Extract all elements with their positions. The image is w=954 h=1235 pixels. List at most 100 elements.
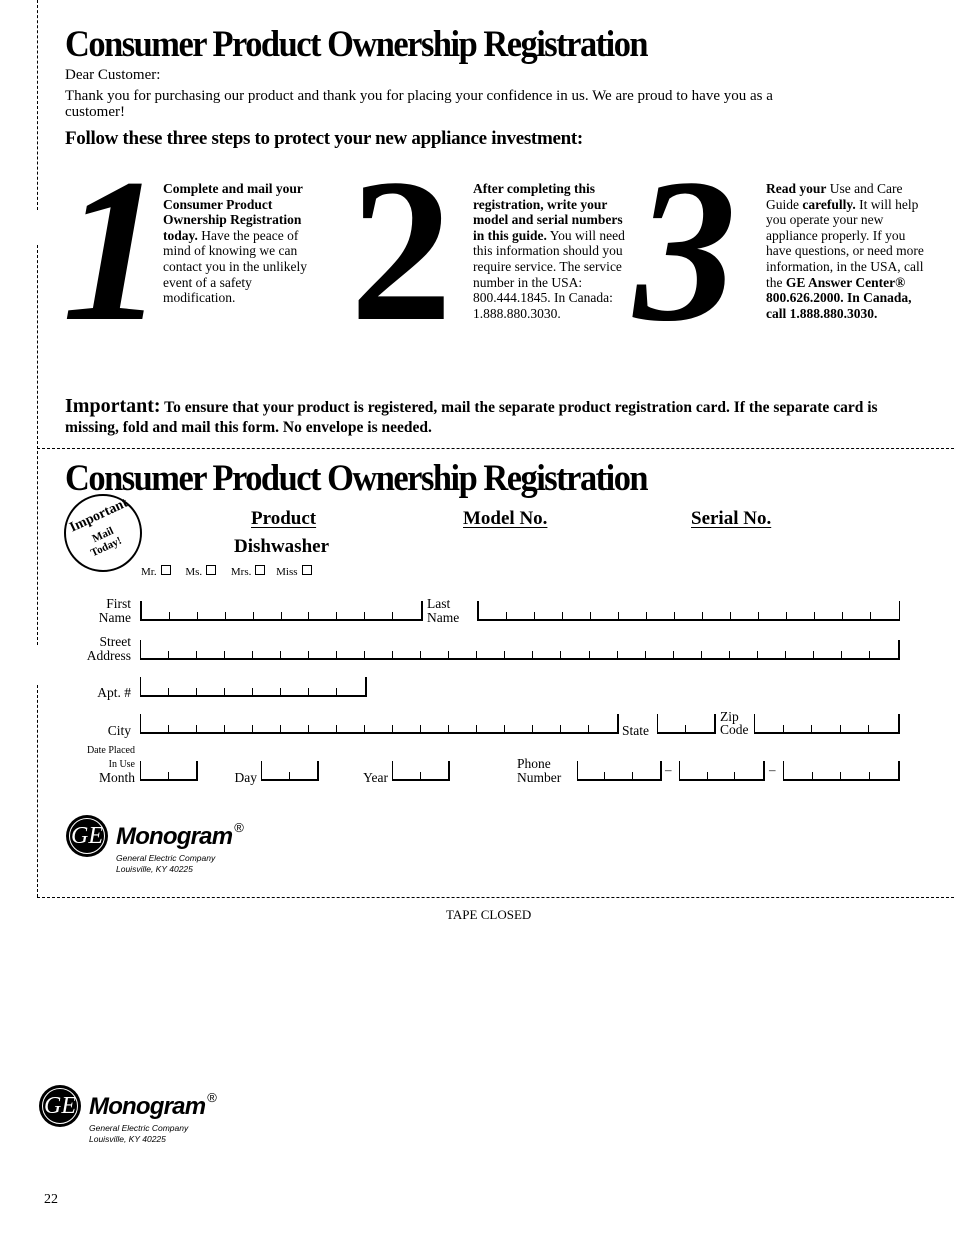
character-cell[interactable] xyxy=(196,677,225,695)
apt-field[interactable] xyxy=(140,677,367,697)
character-cell[interactable] xyxy=(252,640,281,658)
character-cell[interactable] xyxy=(706,761,736,779)
character-cell[interactable] xyxy=(308,677,337,695)
month-field[interactable] xyxy=(140,761,198,781)
character-cell[interactable] xyxy=(702,601,731,619)
character-cell[interactable] xyxy=(168,640,197,658)
character-cell[interactable] xyxy=(448,714,477,732)
character-cell[interactable] xyxy=(588,640,618,658)
character-cell[interactable] xyxy=(392,640,421,658)
character-cell[interactable] xyxy=(196,714,225,732)
character-cell[interactable] xyxy=(700,640,730,658)
character-cell[interactable] xyxy=(308,640,337,658)
character-cell[interactable] xyxy=(588,714,617,732)
salutation-ms[interactable]: Ms. xyxy=(185,565,217,578)
character-cell[interactable] xyxy=(336,601,365,619)
character-cell[interactable] xyxy=(728,640,758,658)
character-cell[interactable] xyxy=(141,714,169,732)
character-cell[interactable] xyxy=(784,640,814,658)
character-cell[interactable] xyxy=(420,714,449,732)
character-cell[interactable] xyxy=(560,714,589,732)
character-cell[interactable] xyxy=(280,677,309,695)
character-cell[interactable] xyxy=(224,640,253,658)
day-field[interactable] xyxy=(261,761,319,781)
character-cell[interactable] xyxy=(644,640,674,658)
phone-line-field[interactable] xyxy=(783,761,900,781)
character-cell[interactable] xyxy=(616,640,646,658)
character-cell[interactable] xyxy=(532,640,561,658)
character-cell[interactable] xyxy=(262,761,290,779)
character-cell[interactable] xyxy=(839,714,870,732)
checkbox-mr[interactable] xyxy=(160,565,171,575)
salutation-mrs[interactable]: Mrs. xyxy=(231,565,266,578)
character-cell[interactable] xyxy=(168,677,197,695)
character-cell[interactable] xyxy=(672,640,702,658)
character-cell[interactable] xyxy=(840,640,870,658)
checkbox-miss[interactable] xyxy=(301,565,312,575)
character-cell[interactable] xyxy=(685,714,714,732)
phone-area-code-field[interactable] xyxy=(577,761,662,781)
character-cell[interactable] xyxy=(168,601,198,619)
character-cell[interactable] xyxy=(364,714,393,732)
character-cell[interactable] xyxy=(590,601,619,619)
character-cell[interactable] xyxy=(786,601,815,619)
state-field[interactable] xyxy=(657,714,716,734)
character-cell[interactable] xyxy=(604,761,632,779)
character-cell[interactable] xyxy=(308,601,337,619)
character-cell[interactable] xyxy=(280,601,310,619)
character-cell[interactable] xyxy=(288,761,318,779)
character-cell[interactable] xyxy=(393,761,421,779)
character-cell[interactable] xyxy=(618,601,647,619)
first-name-field[interactable] xyxy=(140,601,423,621)
character-cell[interactable] xyxy=(224,601,254,619)
character-cell[interactable] xyxy=(448,640,477,658)
character-cell[interactable] xyxy=(506,601,535,619)
character-cell[interactable] xyxy=(560,640,589,658)
character-cell[interactable] xyxy=(336,677,365,695)
checkbox-ms[interactable] xyxy=(206,565,217,575)
salutation-miss[interactable]: Miss xyxy=(276,565,312,578)
character-cell[interactable] xyxy=(476,714,505,732)
character-cell[interactable] xyxy=(840,761,870,779)
character-cell[interactable] xyxy=(868,640,898,658)
character-cell[interactable] xyxy=(336,714,365,732)
character-cell[interactable] xyxy=(532,714,561,732)
character-cell[interactable] xyxy=(224,677,253,695)
character-cell[interactable] xyxy=(534,601,563,619)
zip-code-field[interactable] xyxy=(754,714,900,734)
character-cell[interactable] xyxy=(811,714,841,732)
character-cell[interactable] xyxy=(562,601,591,619)
character-cell[interactable] xyxy=(252,714,281,732)
character-cell[interactable] xyxy=(814,601,843,619)
character-cell[interactable] xyxy=(479,601,507,619)
character-cell[interactable] xyxy=(784,761,813,779)
character-cell[interactable] xyxy=(364,640,393,658)
character-cell[interactable] xyxy=(392,714,421,732)
character-cell[interactable] xyxy=(811,761,842,779)
character-cell[interactable] xyxy=(252,601,282,619)
last-name-field[interactable] xyxy=(477,601,900,621)
character-cell[interactable] xyxy=(870,601,899,619)
phone-prefix-field[interactable] xyxy=(679,761,765,781)
character-cell[interactable] xyxy=(868,714,898,732)
character-cell[interactable] xyxy=(168,714,197,732)
character-cell[interactable] xyxy=(196,640,225,658)
character-cell[interactable] xyxy=(476,640,505,658)
street-address-field[interactable] xyxy=(140,640,900,660)
character-cell[interactable] xyxy=(758,601,787,619)
character-cell[interactable] xyxy=(280,640,309,658)
character-cell[interactable] xyxy=(252,677,281,695)
year-field[interactable] xyxy=(392,761,450,781)
character-cell[interactable] xyxy=(224,714,253,732)
checkbox-mrs[interactable] xyxy=(255,565,266,575)
character-cell[interactable] xyxy=(392,601,421,619)
character-cell[interactable] xyxy=(680,761,708,779)
character-cell[interactable] xyxy=(782,714,813,732)
character-cell[interactable] xyxy=(141,761,169,779)
character-cell[interactable] xyxy=(142,601,170,619)
character-cell[interactable] xyxy=(280,714,309,732)
character-cell[interactable] xyxy=(812,640,842,658)
character-cell[interactable] xyxy=(308,714,337,732)
character-cell[interactable] xyxy=(646,601,675,619)
character-cell[interactable] xyxy=(504,714,533,732)
